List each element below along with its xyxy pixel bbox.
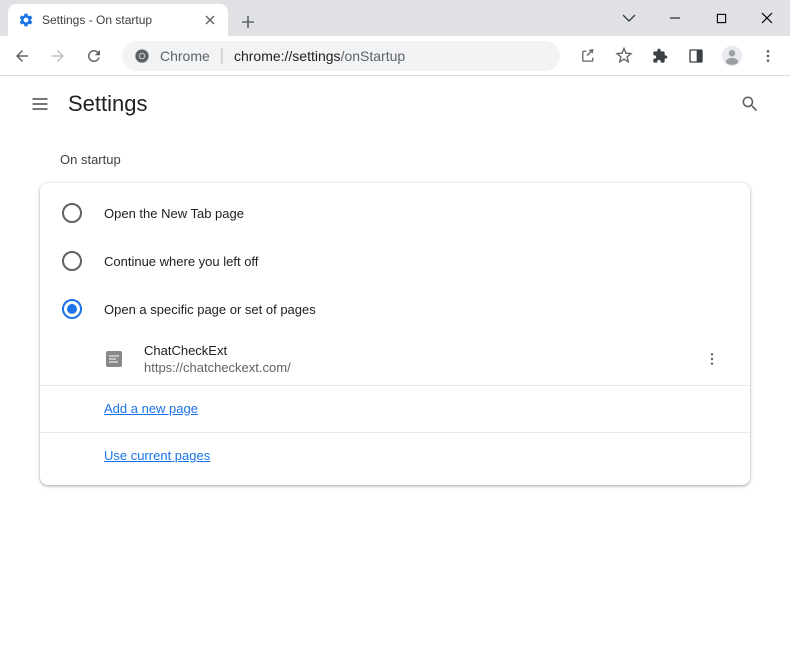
address-scheme: Chrome [160, 48, 210, 64]
browser-toolbar: Chrome | chrome://settings/onStartup [0, 36, 790, 76]
search-button[interactable] [730, 84, 770, 124]
radio-icon [62, 203, 82, 223]
address-subpath: /onStartup [341, 48, 406, 64]
menu-button[interactable] [752, 40, 784, 72]
radio-label: Continue where you left off [104, 254, 258, 269]
settings-header: Settings [0, 76, 790, 132]
minimize-button[interactable] [652, 0, 698, 36]
close-tab-icon[interactable] [202, 12, 218, 28]
radio-icon [62, 299, 82, 319]
close-window-button[interactable] [744, 0, 790, 36]
page-info: ChatCheckExt https://chatcheckext.com/ [144, 343, 696, 375]
share-button[interactable] [572, 40, 604, 72]
address-url: chrome://settings [234, 48, 341, 64]
back-button[interactable] [6, 40, 38, 72]
tab-title: Settings - On startup [42, 13, 194, 27]
maximize-button[interactable] [698, 0, 744, 36]
tab-search-button[interactable] [606, 0, 652, 36]
forward-button[interactable] [42, 40, 74, 72]
browser-tab[interactable]: Settings - On startup [8, 4, 228, 36]
page-name: ChatCheckExt [144, 343, 696, 358]
option-new-tab[interactable]: Open the New Tab page [40, 189, 750, 237]
page-favicon-icon [104, 349, 124, 369]
chrome-logo-icon [134, 48, 150, 64]
use-current-row[interactable]: Use current pages [40, 432, 750, 479]
page-more-button[interactable] [696, 343, 728, 375]
settings-content: On startup Open the New Tab page Continu… [0, 132, 790, 505]
new-tab-button[interactable] [234, 8, 262, 36]
option-specific-pages[interactable]: Open a specific page or set of pages [40, 285, 750, 333]
section-title: On startup [40, 152, 750, 167]
extensions-button[interactable] [644, 40, 676, 72]
page-title: Settings [68, 91, 148, 117]
reload-button[interactable] [78, 40, 110, 72]
hamburger-menu-button[interactable] [20, 84, 60, 124]
add-page-row[interactable]: Add a new page [40, 385, 750, 432]
startup-options-card: Open the New Tab page Continue where you… [40, 183, 750, 485]
radio-label: Open the New Tab page [104, 206, 244, 221]
settings-gear-icon [18, 12, 34, 28]
window-controls [606, 0, 790, 36]
startup-page-entry: ChatCheckExt https://chatcheckext.com/ [40, 333, 750, 385]
address-divider: | [220, 47, 224, 65]
use-current-link[interactable]: Use current pages [104, 448, 210, 463]
radio-label: Open a specific page or set of pages [104, 302, 316, 317]
add-page-link[interactable]: Add a new page [104, 401, 198, 416]
bookmark-button[interactable] [608, 40, 640, 72]
option-continue[interactable]: Continue where you left off [40, 237, 750, 285]
page-url: https://chatcheckext.com/ [144, 360, 696, 375]
address-bar[interactable]: Chrome | chrome://settings/onStartup [122, 41, 560, 71]
side-panel-button[interactable] [680, 40, 712, 72]
radio-icon [62, 251, 82, 271]
tab-bar: Settings - On startup [0, 0, 790, 36]
profile-button[interactable] [716, 40, 748, 72]
